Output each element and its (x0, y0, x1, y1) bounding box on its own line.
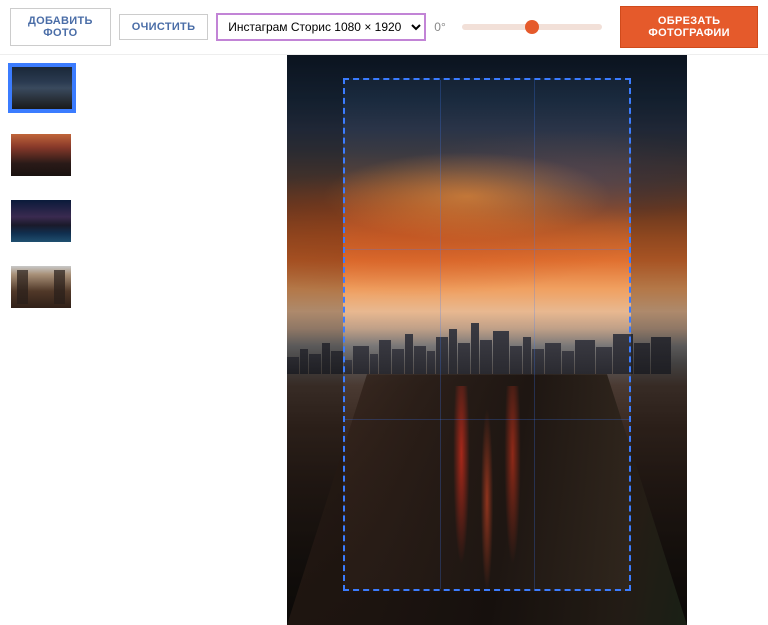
clear-button[interactable]: ОЧИСТИТЬ (119, 14, 209, 40)
main-area (0, 55, 768, 612)
crop-gridline (440, 80, 441, 589)
image-canvas[interactable] (287, 55, 687, 625)
thumbnail-image (11, 266, 71, 308)
crop-dim (343, 55, 631, 78)
crop-dim (343, 591, 631, 625)
crop-dim (287, 55, 343, 625)
thumbnail-item[interactable] (8, 197, 74, 245)
rotate-control: 0° (434, 20, 604, 34)
thumbnail-item[interactable] (8, 263, 74, 311)
crop-selection[interactable] (343, 78, 631, 591)
editor-panel (206, 55, 768, 612)
thumbnail-item[interactable] (8, 131, 74, 179)
crop-preset-select[interactable]: Инстаграм Сторис 1080 × 1920 (216, 13, 426, 41)
add-photo-button[interactable]: ДОБАВИТЬ ФОТО (10, 8, 111, 46)
crop-dim (631, 55, 687, 625)
crop-gridline (345, 249, 629, 250)
rotate-value-label: 0° (434, 20, 454, 34)
crop-photos-button[interactable]: ОБРЕЗАТЬ ФОТОГРАФИИ (620, 6, 758, 48)
toolbar: ДОБАВИТЬ ФОТО ОЧИСТИТЬ Инстаграм Сторис … (0, 0, 768, 55)
thumbnail-image (12, 67, 72, 109)
rotate-slider[interactable] (462, 24, 602, 30)
thumbnail-image (11, 134, 71, 176)
thumbnail-item[interactable] (8, 63, 76, 113)
crop-gridline (345, 419, 629, 420)
crop-gridline (534, 80, 535, 589)
thumbnail-image (11, 200, 71, 242)
thumbnail-list (0, 55, 96, 612)
